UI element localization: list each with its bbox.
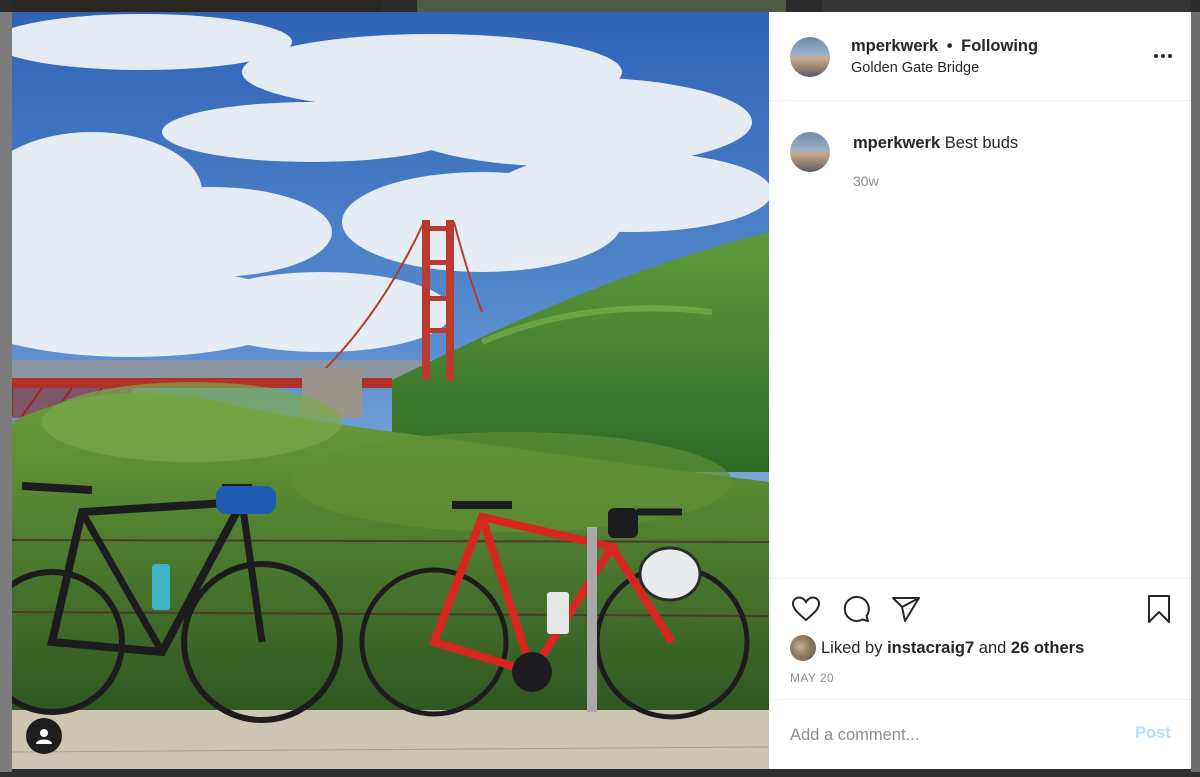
- likes-summary: Liked by instacraig7 and 26 others: [790, 635, 1084, 661]
- liker-username-link[interactable]: instacraig7: [887, 639, 974, 658]
- actions-divider: [769, 578, 1191, 579]
- bookmark-icon: [1148, 595, 1170, 623]
- liked-by-prefix: Liked by: [821, 638, 883, 657]
- share-icon: [892, 597, 920, 622]
- feed-tile: [417, 0, 786, 12]
- save-button[interactable]: [1142, 592, 1176, 626]
- post-comment-button[interactable]: Post: [1135, 724, 1171, 743]
- more-options-icon: [1154, 54, 1172, 58]
- comment-icon: [843, 596, 870, 622]
- caption-username-link[interactable]: mperkwerk: [853, 134, 940, 152]
- following-button[interactable]: Following: [961, 37, 1038, 55]
- heart-icon: [791, 596, 821, 622]
- feed-tile: [822, 0, 1191, 12]
- location-link[interactable]: Golden Gate Bridge: [851, 60, 979, 76]
- header-title: mperkwerk • Following: [851, 37, 1038, 56]
- share-button[interactable]: [889, 592, 923, 626]
- like-button[interactable]: [789, 592, 823, 626]
- comment-input[interactable]: [790, 722, 1120, 748]
- feed-tile: [12, 0, 381, 12]
- user-icon: [36, 729, 52, 744]
- caption-age[interactable]: 30w: [853, 173, 879, 189]
- post-details-panel: mperkwerk • Following Golden Gate Bridge…: [769, 12, 1191, 769]
- feed-backdrop-bottom: [0, 768, 1200, 777]
- post-date[interactable]: MAY 20: [790, 671, 834, 685]
- others-likes-link[interactable]: 26 others: [1011, 639, 1084, 658]
- feed-backdrop-right: [1191, 12, 1200, 772]
- author-avatar[interactable]: [790, 37, 830, 77]
- author-username-link[interactable]: mperkwerk: [851, 37, 938, 55]
- more-options-button[interactable]: [1151, 46, 1175, 66]
- comment-button[interactable]: [839, 592, 873, 626]
- post-image: [12, 12, 769, 769]
- post-header: mperkwerk • Following Golden Gate Bridge: [769, 12, 1191, 101]
- user-profile-button[interactable]: [26, 718, 62, 754]
- liker-avatar[interactable]: [790, 635, 816, 661]
- liked-by-and: and: [978, 638, 1007, 657]
- add-comment-form: Post: [769, 699, 1191, 769]
- feed-backdrop-left: [0, 12, 12, 772]
- caption-text: mperkwerk Best buds: [853, 134, 1018, 153]
- post-photo[interactable]: [12, 12, 769, 769]
- separator-dot: •: [946, 37, 953, 55]
- caption-author-avatar[interactable]: [790, 132, 830, 172]
- caption-body: Best buds: [944, 134, 1019, 152]
